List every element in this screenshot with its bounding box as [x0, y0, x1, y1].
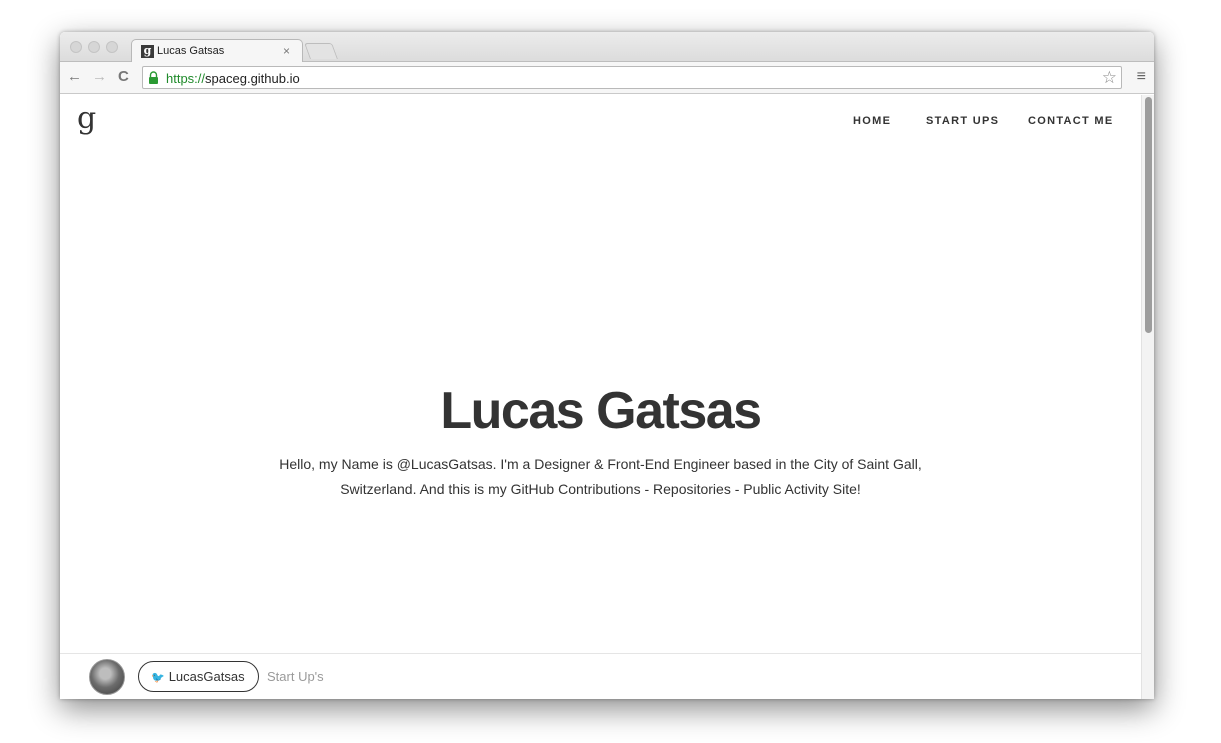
back-arrow-icon[interactable]: ← — [67, 68, 82, 86]
browser-window: g Lucas Gatsas × ← → C https://spaceg.gi… — [60, 32, 1154, 699]
hero-title: Lucas Gatsas — [440, 382, 762, 440]
close-window-button[interactable] — [70, 41, 82, 53]
browser-toolbar: ← → C https://spaceg.github.io ☆ ≡ — [60, 62, 1154, 94]
url-scheme: https:// — [166, 71, 206, 86]
tab-close-icon[interactable]: × — [283, 44, 290, 58]
avatar[interactable] — [89, 659, 125, 695]
page-content: g HOME START UPS CONTACT ME Lucas Gatsas… — [60, 95, 1141, 699]
address-bar[interactable]: https://spaceg.github.io ☆ — [142, 66, 1122, 89]
twitter-follow-button[interactable]: 🐦 LucasGatsas — [138, 661, 259, 692]
reload-icon[interactable]: C — [118, 68, 129, 86]
nav-home[interactable]: HOME — [853, 115, 891, 127]
twitter-icon: 🐦 — [151, 672, 165, 684]
tab-favicon-icon: g — [141, 45, 154, 58]
hero-intro-line-1: Hello, my Name is @LucasGatsas. I'm a De… — [279, 456, 922, 472]
minimize-window-button[interactable] — [88, 41, 100, 53]
tab-strip: g Lucas Gatsas × — [60, 32, 1154, 63]
lock-icon — [149, 71, 158, 84]
hero-intro-line-2: Switzerland. And this is my GitHub Contr… — [340, 481, 861, 497]
site-logo[interactable]: g — [77, 101, 96, 137]
footer-bar: 🐦 LucasGatsas Start Up's — [60, 653, 1141, 699]
nav-contact-me[interactable]: CONTACT ME — [1028, 115, 1114, 127]
twitter-handle: LucasGatsas — [168, 669, 245, 684]
forward-arrow-icon[interactable]: → — [92, 68, 107, 86]
startups-link[interactable]: Start Up's — [267, 669, 324, 684]
url-host: spaceg.github.io — [205, 71, 300, 86]
tab-lucas-gatsas[interactable]: g Lucas Gatsas × — [131, 39, 303, 63]
nav-start-ups[interactable]: START UPS — [926, 115, 999, 127]
bookmark-star-icon[interactable]: ☆ — [1102, 68, 1117, 88]
tab-title: Lucas Gatsas — [157, 45, 225, 57]
new-tab-button[interactable] — [304, 43, 338, 59]
browser-menu-icon[interactable]: ≡ — [1137, 68, 1146, 86]
vertical-scrollbar[interactable] — [1141, 95, 1154, 699]
hero-intro: Hello, my Name is @LucasGatsas. I'm a De… — [60, 452, 1141, 502]
zoom-window-button[interactable] — [106, 41, 118, 53]
scrollbar-thumb[interactable] — [1145, 97, 1152, 333]
url-text: https://spaceg.github.io — [166, 71, 300, 86]
